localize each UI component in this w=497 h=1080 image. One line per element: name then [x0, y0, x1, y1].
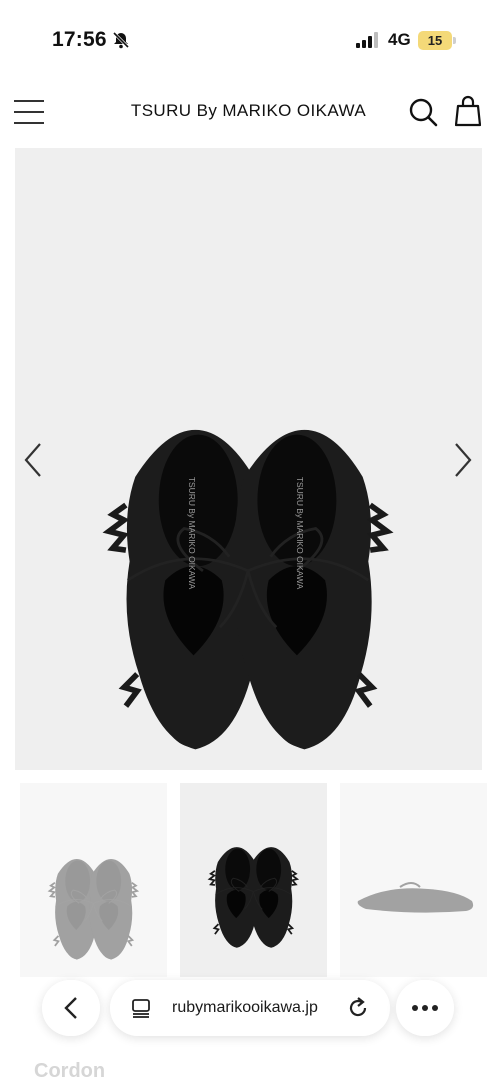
url-text: rubymarikooikawa.jp — [172, 999, 318, 1016]
status-bar: 17:56 4G 15 — [0, 0, 497, 80]
back-button[interactable] — [42, 980, 100, 1036]
status-time: 17:56 — [52, 28, 107, 51]
reload-icon[interactable] — [346, 996, 370, 1020]
bell-muted-icon — [112, 31, 130, 49]
back-icon — [64, 997, 77, 1019]
insole-print-right: TSURU By MARIKO OIKAWA — [295, 477, 305, 590]
network-label: 4G — [388, 30, 411, 49]
thumbnail-image — [180, 788, 327, 972]
tabs-icon — [132, 999, 150, 1018]
product-name: Cordon — [34, 1060, 106, 1080]
battery-indicator: 15 — [418, 31, 452, 50]
thumbnail-image — [20, 788, 167, 972]
thumbnail-image — [340, 783, 487, 977]
battery-cap — [453, 37, 456, 44]
thumbnail-1[interactable] — [20, 783, 167, 977]
insole-print-left: TSURU By MARIKO OIKAWA — [187, 477, 197, 590]
more-button[interactable] — [396, 980, 454, 1036]
chevron-left-icon[interactable] — [20, 440, 46, 480]
signal-icon — [356, 32, 378, 48]
thumbnail-2[interactable] — [180, 783, 327, 977]
site-header: TSURU By MARIKO OIKAWA — [0, 84, 497, 140]
product-main-image[interactable]: TSURU By MARIKO OIKAWA TSURU By MARIKO O… — [15, 148, 482, 770]
chevron-right-icon[interactable] — [450, 440, 476, 480]
thumbnail-3[interactable] — [340, 783, 487, 977]
bag-icon[interactable] — [455, 95, 481, 127]
shoes-image: TSURU By MARIKO OIKAWA TSURU By MARIKO O… — [15, 166, 482, 770]
more-icon — [412, 1005, 438, 1011]
address-bar[interactable]: rubymarikooikawa.jp — [110, 980, 390, 1036]
search-icon[interactable] — [408, 97, 438, 127]
